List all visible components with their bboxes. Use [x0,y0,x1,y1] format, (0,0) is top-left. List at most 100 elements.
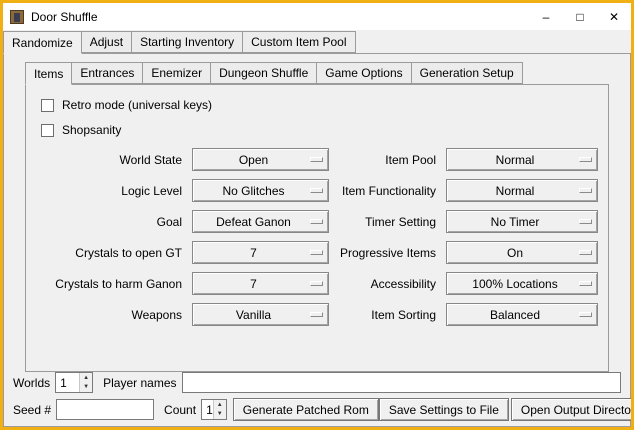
crystals-ganon-label: Crystals to harm Ganon [39,277,184,291]
progressive-items-label: Progressive Items [337,246,438,260]
tab-items[interactable]: Items [25,62,72,85]
timer-setting-dropdown[interactable]: No Timer [446,210,598,233]
items-panel: Retro mode (universal keys) Shopsanity W… [25,84,609,372]
count-label: Count [164,403,196,417]
item-sorting-value: Balanced [490,308,540,322]
crystals-gt-label: Crystals to open GT [39,246,184,260]
worlds-spin-arrows: ▲ ▼ [79,373,92,392]
crystals-gt-value: 7 [250,246,257,260]
logic-level-label: Logic Level [39,184,184,198]
item-functionality-label: Item Functionality [337,184,438,198]
shopsanity-row: Shopsanity [41,123,598,137]
progressive-items-value: On [507,246,523,260]
accessibility-label: Accessibility [337,277,438,291]
accessibility-value: 100% Locations [472,277,557,291]
seed-label: Seed # [13,403,51,417]
dropdown-indicator-icon [310,157,323,162]
crystals-gt-dropdown[interactable]: 7 [192,241,329,264]
shopsanity-checkbox[interactable] [41,124,54,137]
app-icon [10,10,24,24]
retro-mode-checkbox[interactable] [41,99,54,112]
worlds-value: 1 [56,373,79,392]
window-title: Door Shuffle [31,10,98,24]
tab-custom-item-pool[interactable]: Custom Item Pool [242,31,355,53]
player-names-label: Player names [103,376,176,390]
goal-dropdown[interactable]: Defeat Ganon [192,210,329,233]
dropdown-indicator-icon [579,281,592,286]
inner-tab-bar: Items Entrances Enemizer Dungeon Shuffle… [25,61,609,84]
footer-right-buttons: Save Settings to File Open Output Direct… [379,398,634,421]
tab-entrances[interactable]: Entrances [71,62,143,84]
item-functionality-dropdown[interactable]: Normal [446,179,598,202]
logic-level-dropdown[interactable]: No Glitches [192,179,329,202]
window-controls: – □ ✕ [529,3,631,30]
item-sorting-label: Item Sorting [337,308,438,322]
generate-patched-rom-button[interactable]: Generate Patched Rom [233,398,379,421]
tab-enemizer[interactable]: Enemizer [142,62,211,84]
spin-down-icon[interactable]: ▼ [214,410,226,420]
retro-mode-label: Retro mode (universal keys) [62,98,212,112]
spin-up-icon[interactable]: ▲ [214,400,226,410]
footer: Worlds 1 ▲ ▼ Player names Seed # Count 1 [13,372,621,421]
goal-value: Defeat Ganon [216,215,291,229]
tab-randomize[interactable]: Randomize [3,31,82,54]
goal-label: Goal [39,215,184,229]
tab-dungeon-shuffle[interactable]: Dungeon Shuffle [210,62,317,84]
dropdown-indicator-icon [579,312,592,317]
settings-grid: World State Open Item Pool Normal Logic … [39,148,598,326]
dropdown-indicator-icon [310,219,323,224]
tab-game-options[interactable]: Game Options [316,62,411,84]
tab-generation-setup[interactable]: Generation Setup [411,62,523,84]
count-value: 1 [202,400,213,419]
timer-setting-label: Timer Setting [337,215,438,229]
weapons-value: Vanilla [236,308,271,322]
item-pool-dropdown[interactable]: Normal [446,148,598,171]
dropdown-indicator-icon [579,157,592,162]
spin-up-icon[interactable]: ▲ [80,373,92,383]
spin-down-icon[interactable]: ▼ [80,383,92,393]
dropdown-indicator-icon [579,219,592,224]
world-state-label: World State [39,153,184,167]
progressive-items-dropdown[interactable]: On [446,241,598,264]
worlds-spinbox[interactable]: 1 ▲ ▼ [55,372,93,393]
dropdown-indicator-icon [310,281,323,286]
seed-row: Seed # Count 1 ▲ ▼ Generate Patched Rom … [13,398,621,421]
worlds-row: Worlds 1 ▲ ▼ Player names [13,372,621,393]
count-spin-arrows: ▲ ▼ [213,400,226,419]
dropdown-indicator-icon [579,250,592,255]
item-sorting-dropdown[interactable]: Balanced [446,303,598,326]
titlebar: Door Shuffle – □ ✕ [3,3,631,30]
randomize-panel: Items Entrances Enemizer Dungeon Shuffle… [3,53,631,427]
item-pool-label: Item Pool [337,153,438,167]
accessibility-dropdown[interactable]: 100% Locations [446,272,598,295]
shopsanity-label: Shopsanity [62,123,121,137]
player-names-input[interactable] [182,372,622,393]
logic-level-value: No Glitches [222,184,284,198]
dropdown-indicator-icon [310,250,323,255]
retro-mode-row: Retro mode (universal keys) [41,98,598,112]
close-button[interactable]: ✕ [597,3,631,30]
crystals-ganon-value: 7 [250,277,257,291]
world-state-dropdown[interactable]: Open [192,148,329,171]
save-settings-button[interactable]: Save Settings to File [379,398,509,421]
inner-notebook: Items Entrances Enemizer Dungeon Shuffle… [25,61,609,372]
crystals-ganon-dropdown[interactable]: 7 [192,272,329,295]
timer-setting-value: No Timer [491,215,540,229]
dropdown-indicator-icon [579,188,592,193]
item-pool-value: Normal [496,153,535,167]
world-state-value: Open [239,153,268,167]
outer-tab-bar: Randomize Adjust Starting Inventory Cust… [3,30,631,53]
count-spinbox[interactable]: 1 ▲ ▼ [201,399,227,420]
weapons-label: Weapons [39,308,184,322]
worlds-label: Worlds [13,376,50,390]
tab-starting-inventory[interactable]: Starting Inventory [131,31,243,53]
item-functionality-value: Normal [496,184,535,198]
seed-input[interactable] [56,399,154,420]
maximize-button[interactable]: □ [563,3,597,30]
minimize-button[interactable]: – [529,3,563,30]
weapons-dropdown[interactable]: Vanilla [192,303,329,326]
dropdown-indicator-icon [310,312,323,317]
tab-adjust[interactable]: Adjust [81,31,132,53]
open-output-directory-button[interactable]: Open Output Directory [511,398,634,421]
app-window: Door Shuffle – □ ✕ Randomize Adjust Star… [0,0,634,430]
